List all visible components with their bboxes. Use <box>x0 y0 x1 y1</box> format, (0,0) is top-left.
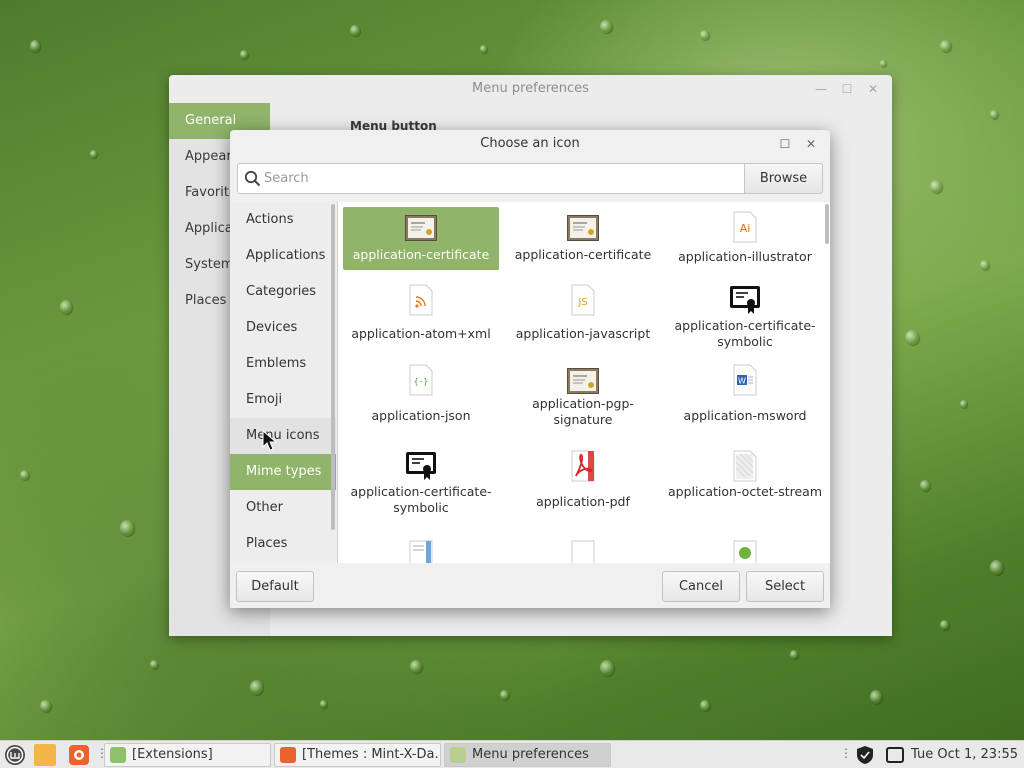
window-list-icon[interactable] <box>884 744 906 766</box>
cancel-button[interactable]: Cancel <box>662 571 740 602</box>
certificate-symbolic-icon <box>730 286 760 314</box>
task-themes[interactable]: [Themes : Mint-X-Da... <box>274 743 441 767</box>
search-row: Search Browse <box>237 163 823 194</box>
clock[interactable]: Tue Oct 1, 23:55 <box>911 741 1018 768</box>
firefox-icon[interactable] <box>68 744 90 766</box>
svg-text:W: W <box>738 377 746 386</box>
icon-label: application-msword <box>683 408 807 423</box>
files-icon[interactable] <box>34 744 56 766</box>
mouse-pointer-icon <box>262 430 278 451</box>
dialog-titlebar[interactable]: Choose an icon ☐ ✕ <box>230 130 830 158</box>
category-emoji[interactable]: Emoji <box>230 382 336 418</box>
close-icon[interactable]: ✕ <box>798 130 824 158</box>
browser-icon <box>280 747 296 763</box>
certificate-icon <box>405 215 437 241</box>
javascript-icon: JS <box>571 284 595 316</box>
illustrator-icon: Ai <box>733 211 757 243</box>
icon-label: application-atom+xml <box>351 326 491 341</box>
certificate-symbolic-icon <box>406 452 436 480</box>
icon-label: application-certificate <box>514 247 652 262</box>
category-other[interactable]: Other <box>230 490 336 526</box>
icon-label: application-pgp-signature <box>532 396 634 427</box>
search-placeholder: Search <box>264 171 309 186</box>
svg-text:JS: JS <box>577 297 587 308</box>
icon-cell[interactable]: application-pgp-signature <box>505 360 661 430</box>
category-list: Actions Applications Categories Devices … <box>230 202 336 563</box>
icon-cell[interactable]: application-certificate <box>343 207 499 270</box>
category-applications[interactable]: Applications <box>230 238 336 274</box>
icon-label: application-octet-stream <box>667 484 823 499</box>
icon-cell[interactable]: application-octet-stream <box>667 446 823 516</box>
close-icon[interactable]: ✕ <box>860 75 886 103</box>
mint-menu-icon[interactable] <box>4 744 26 766</box>
icon-cell[interactable]: application-certificate-symbolic <box>667 280 823 349</box>
taskbar: ⋮ [Extensions] [Themes : Mint-X-Da... Me… <box>0 740 1024 768</box>
icon-label: application-certificate <box>352 247 490 262</box>
icon-label: application-illustrator <box>678 249 812 264</box>
shield-icon[interactable] <box>854 744 876 766</box>
blank-file-icon <box>571 540 595 563</box>
maximize-icon[interactable]: ☐ <box>834 75 860 103</box>
icon-cell[interactable] <box>667 532 823 563</box>
menu-preferences-icon <box>450 747 466 763</box>
category-places[interactable]: Places <box>230 526 336 562</box>
icon-cell[interactable] <box>343 532 499 563</box>
icon-cell[interactable]: {·} application-json <box>343 360 499 430</box>
category-scrollbar[interactable] <box>331 204 335 530</box>
prefs-title: Menu preferences <box>472 81 589 96</box>
svg-text:Ai: Ai <box>740 222 751 235</box>
icon-cell[interactable]: application-pdf <box>505 446 661 516</box>
tray-separator-icon: ⋮ <box>840 746 852 760</box>
task-menu-preferences[interactable]: Menu preferences <box>444 743 611 767</box>
category-categories[interactable]: Categories <box>230 274 336 310</box>
icon-cell[interactable]: JS application-javascript <box>505 280 661 346</box>
icon-label: application-certificate-symbolic <box>674 318 816 349</box>
icon-label: application-certificate-symbolic <box>350 484 492 515</box>
icon-cell[interactable]: application-atom+xml <box>343 280 499 346</box>
task-label: Menu preferences <box>472 747 589 762</box>
icon-label: application-pdf <box>536 494 630 509</box>
browse-button[interactable]: Browse <box>745 163 823 194</box>
dialog-footer: Default Cancel Select <box>230 563 830 608</box>
category-mime-types[interactable]: Mime types <box>230 454 336 490</box>
icon-grid: application-certificate application-cert… <box>337 202 830 563</box>
search-icon <box>244 170 261 187</box>
search-input[interactable]: Search <box>237 163 745 194</box>
icon-cell[interactable]: W application-msword <box>667 360 823 430</box>
category-devices[interactable]: Devices <box>230 310 336 346</box>
rss-icon <box>409 284 433 316</box>
task-label: [Themes : Mint-X-Da... <box>302 747 441 762</box>
minimize-icon[interactable]: — <box>808 75 834 103</box>
default-button[interactable]: Default <box>236 571 314 602</box>
certificate-icon <box>567 215 599 241</box>
extensions-icon <box>110 747 126 763</box>
task-extensions[interactable]: [Extensions] <box>104 743 271 767</box>
icon-cell[interactable]: application-certificate <box>505 207 661 270</box>
prefs-titlebar[interactable]: Menu preferences — ☐ ✕ <box>169 75 892 103</box>
document-icon <box>409 540 433 563</box>
msword-icon: W <box>733 364 757 396</box>
svg-text:{·}: {·} <box>414 377 428 386</box>
json-icon: {·} <box>409 364 433 396</box>
category-menu-icons[interactable]: Menu icons <box>230 418 336 454</box>
task-label: [Extensions] <box>132 747 213 762</box>
icon-label: application-json <box>371 408 471 423</box>
web-file-icon <box>733 540 757 563</box>
pdf-icon <box>571 450 595 482</box>
choose-icon-dialog: Choose an icon ☐ ✕ Search Browse Actions… <box>230 130 830 608</box>
category-actions[interactable]: Actions <box>230 202 336 238</box>
select-button[interactable]: Select <box>746 571 824 602</box>
icon-grid-scrollbar[interactable] <box>825 204 829 244</box>
icon-cell[interactable]: application-certificate-symbolic <box>343 446 499 516</box>
dialog-title: Choose an icon <box>480 136 580 151</box>
octet-stream-icon <box>733 450 757 482</box>
icon-label: application-javascript <box>515 326 651 341</box>
icon-cell[interactable] <box>505 532 661 563</box>
category-emblems[interactable]: Emblems <box>230 346 336 382</box>
maximize-icon[interactable]: ☐ <box>772 130 798 158</box>
icon-cell[interactable]: Ai application-illustrator <box>667 207 823 270</box>
certificate-icon <box>567 368 599 394</box>
